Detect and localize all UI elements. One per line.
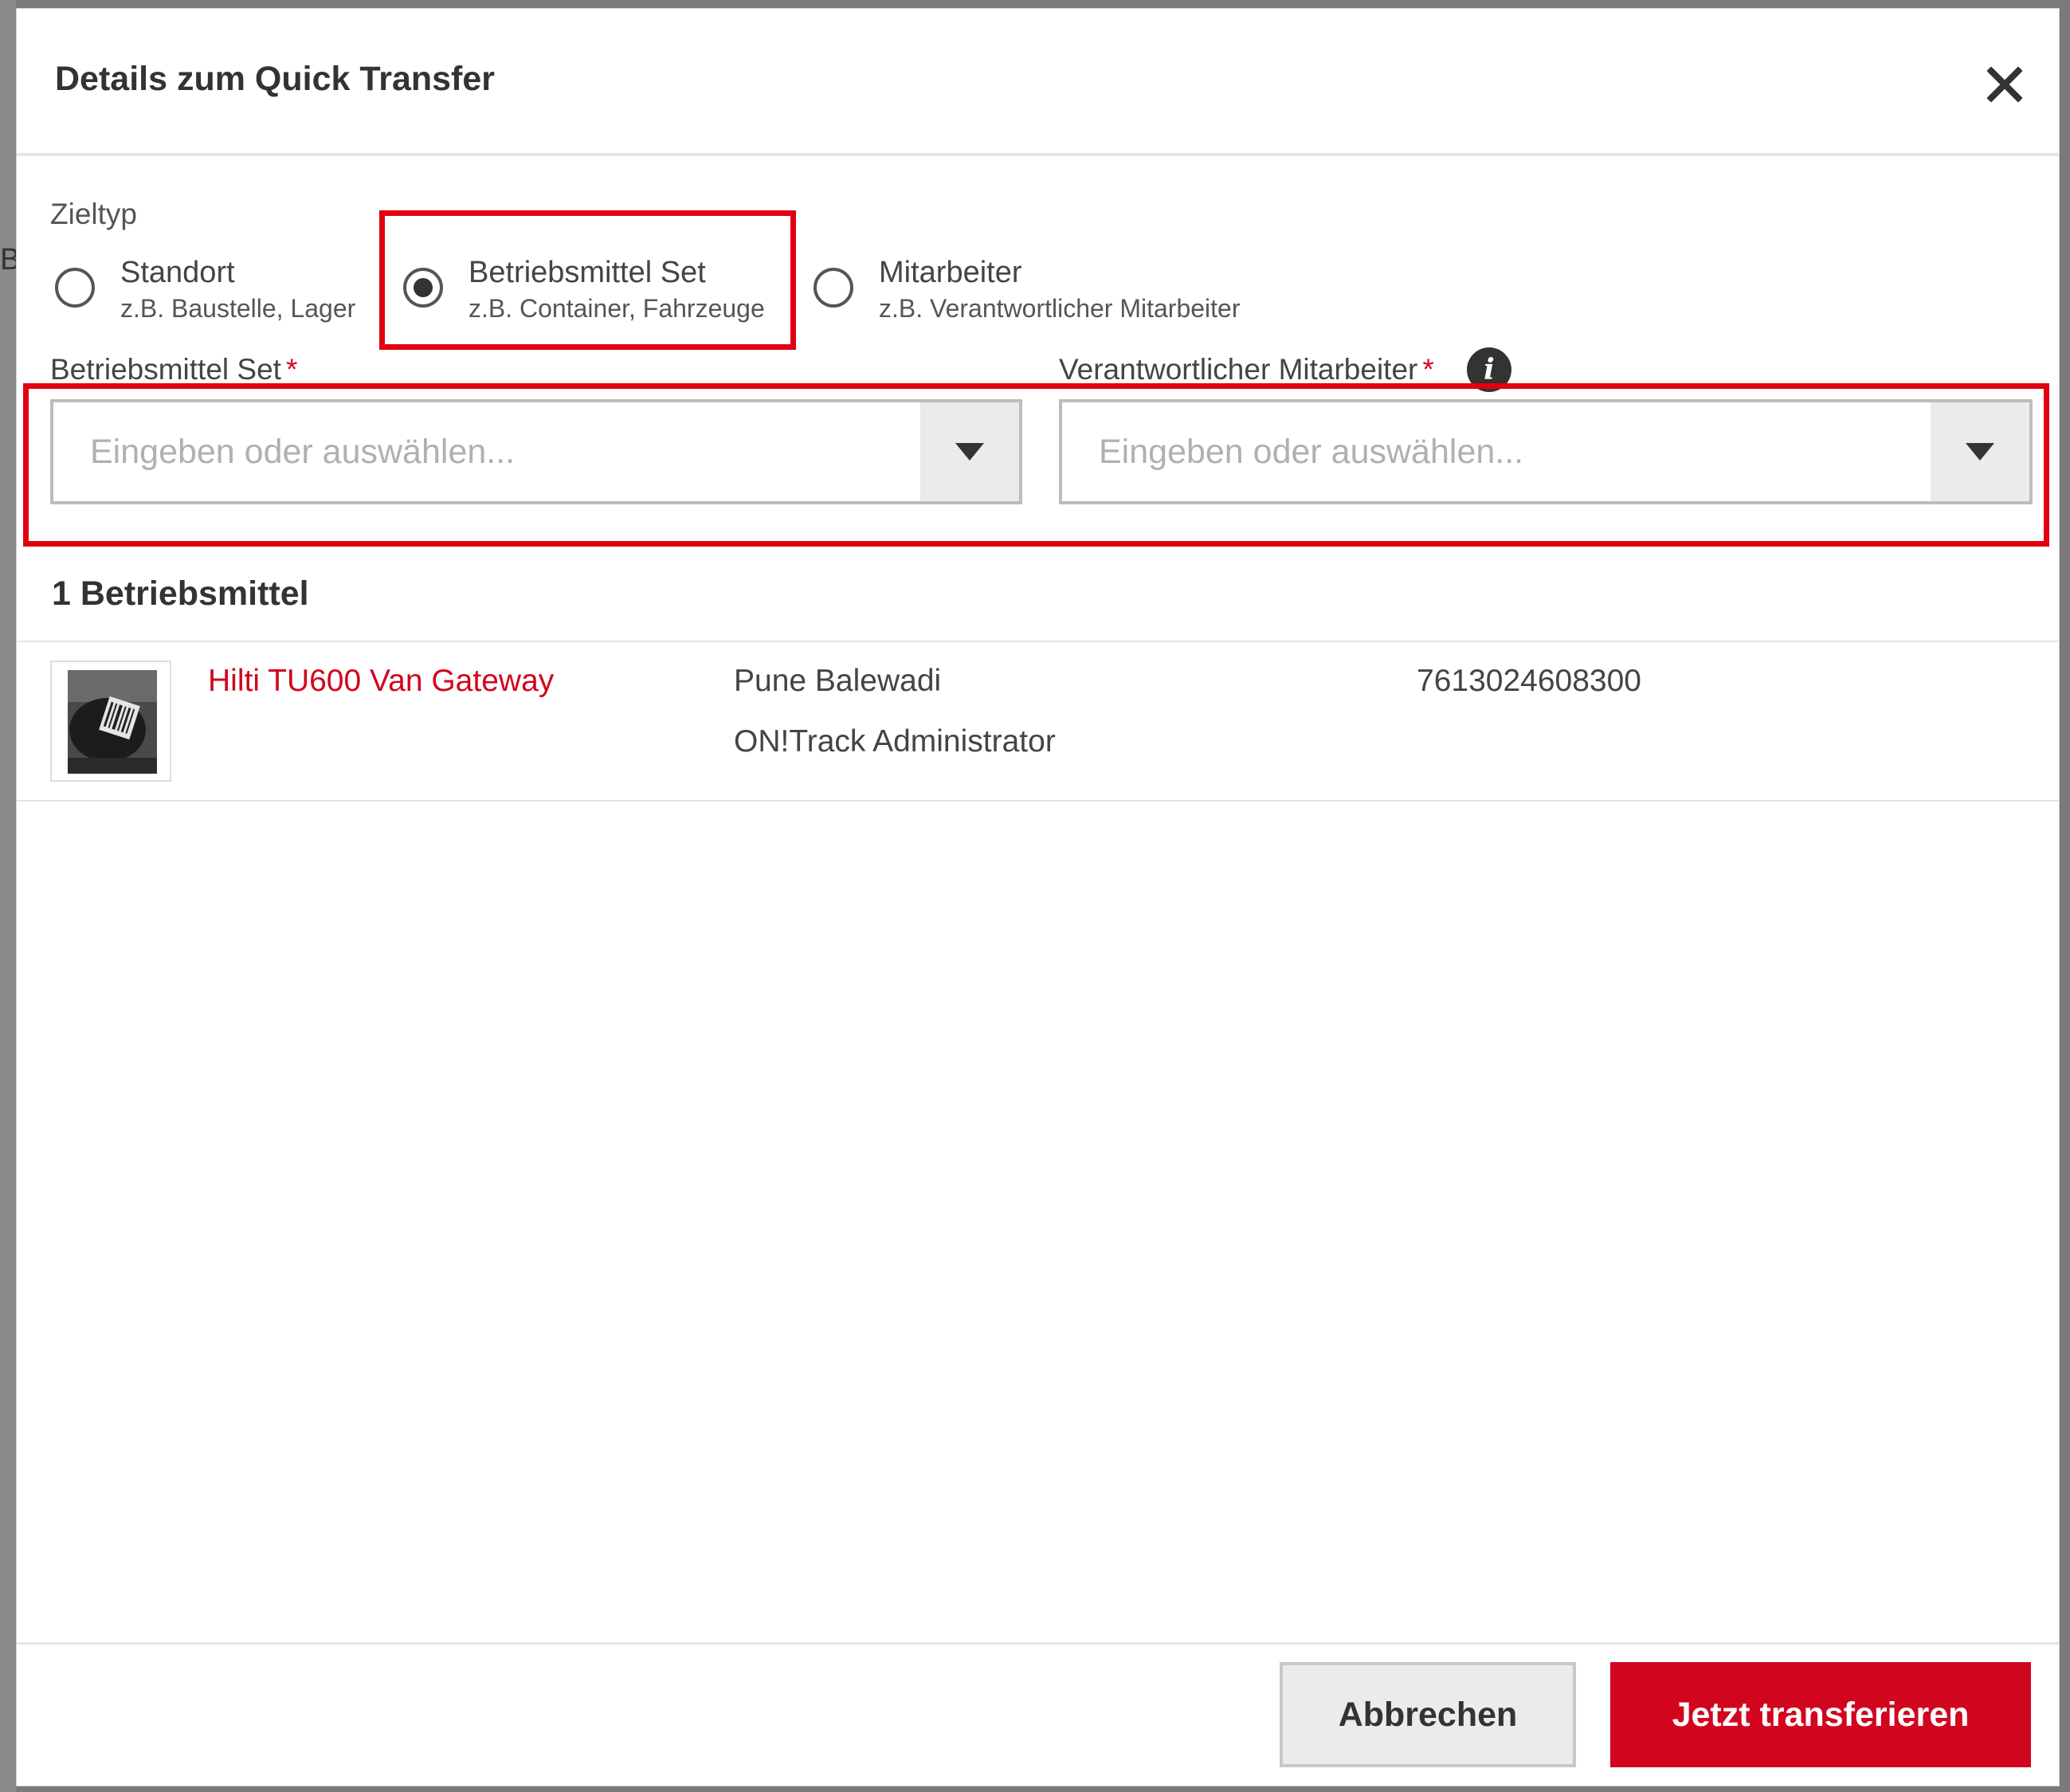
responsible-label: Verantwortlicher Mitarbeiter * bbox=[1059, 353, 1434, 386]
radio-title: Standort bbox=[120, 256, 235, 289]
asset-name-link[interactable]: Hilti TU600 Van Gateway bbox=[208, 664, 554, 699]
asset-owner: ON!Track Administrator bbox=[734, 724, 1056, 759]
background-text: B bbox=[0, 243, 16, 276]
radio-button[interactable] bbox=[55, 268, 95, 308]
radio-subtitle: z.B. Verantwortlicher Mitarbeiter bbox=[879, 294, 1241, 323]
dialog-title: Details zum Quick Transfer bbox=[55, 60, 496, 98]
required-marker: * bbox=[285, 353, 298, 386]
radio-button[interactable] bbox=[813, 268, 853, 308]
dialog-header: Details zum Quick Transfer bbox=[17, 9, 2059, 156]
transfer-now-button[interactable]: Jetzt transferieren bbox=[1610, 1662, 2031, 1767]
divider bbox=[17, 800, 2059, 802]
asset-serial: 7613024608300 bbox=[1417, 664, 1641, 698]
close-icon bbox=[1987, 67, 2022, 102]
close-button[interactable] bbox=[1977, 57, 2033, 112]
footer-divider bbox=[17, 1642, 2059, 1645]
quick-transfer-dialog: Details zum Quick Transfer Zieltyp Stand… bbox=[16, 8, 2060, 1786]
label-text: Betriebsmittel Set bbox=[50, 353, 281, 386]
label-text: Verantwortlicher Mitarbeiter bbox=[1059, 353, 1418, 386]
asset-photo bbox=[68, 670, 157, 774]
divider bbox=[17, 641, 2059, 642]
required-marker: * bbox=[1422, 353, 1434, 386]
radio-title: Mitarbeiter bbox=[879, 256, 1022, 289]
highlight-box bbox=[23, 383, 2049, 547]
asset-set-label: Betriebsmittel Set * bbox=[50, 353, 297, 386]
asset-count-heading: 1 Betriebsmittel bbox=[52, 574, 309, 613]
radio-subtitle: z.B. Baustelle, Lager bbox=[120, 294, 356, 323]
radio-mitarbeiter[interactable]: Mitarbeiter z.B. Verantwortlicher Mitarb… bbox=[813, 256, 1292, 327]
highlight-box bbox=[379, 210, 796, 350]
asset-location: Pune Balewadi bbox=[734, 664, 942, 698]
asset-photo-graphic bbox=[68, 670, 157, 774]
radio-standort[interactable]: Standort z.B. Baustelle, Lager bbox=[55, 256, 390, 327]
asset-thumbnail bbox=[50, 661, 171, 782]
cancel-button[interactable]: Abbrechen bbox=[1280, 1662, 1576, 1767]
target-type-label: Zieltyp bbox=[50, 198, 137, 230]
